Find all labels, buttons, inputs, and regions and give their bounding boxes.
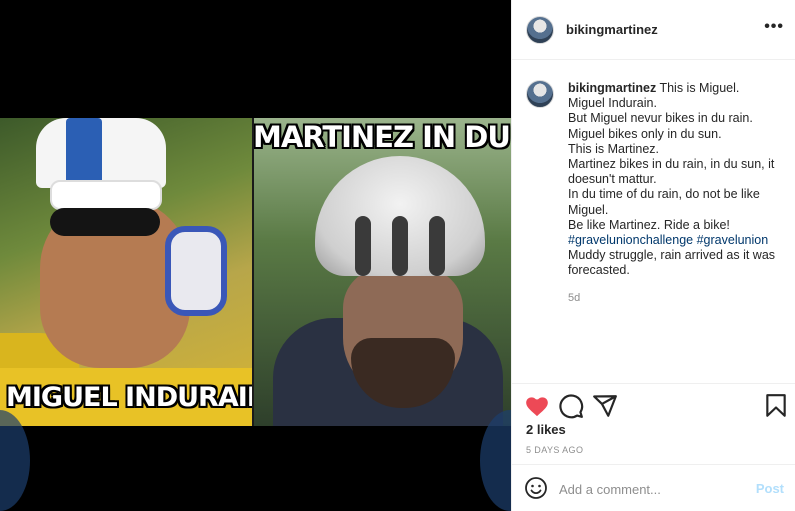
meme-caption-left: MIGUEL INDURAIN [6, 382, 253, 413]
more-options-icon[interactable]: ••• [764, 18, 784, 36]
caption-line: Muddy struggle, rain arrived as it was f… [568, 248, 776, 278]
hashtag-link[interactable]: #gravelunionchallenge [568, 233, 693, 247]
heart-filled-icon[interactable] [524, 393, 550, 419]
post-side-panel: bikingmartinez ••• bikingmartinez This i… [511, 0, 795, 511]
comment-input[interactable] [559, 479, 739, 499]
cap-stripe [66, 118, 102, 188]
glove [165, 226, 227, 316]
photo-martinez: MARTINEZ IN DU RAIN [253, 118, 511, 426]
post-media[interactable]: MIGUEL INDURAIN MARTINEZ IN DU RAIN [0, 0, 511, 511]
caption-line: This is Miguel. [659, 81, 740, 95]
comment-icon[interactable] [558, 393, 584, 419]
caption-line: In du time of du rain, do not be like Mi… [568, 187, 760, 217]
helmet-vent [355, 216, 371, 276]
share-icon[interactable] [592, 393, 618, 419]
image-divider [252, 118, 254, 426]
post-comment-button[interactable]: Post [756, 481, 784, 496]
caption-line: Be like Martinez. Ride a bike! [568, 217, 730, 232]
emoji-icon[interactable] [524, 476, 548, 500]
caption-line: But Miguel nevur bikes in du rain. [568, 111, 753, 126]
helmet-vent [429, 216, 445, 276]
hashtag-link[interactable]: #gravelunion [697, 233, 769, 247]
hashtag-line: #gravelunionchallenge #gravelunion [568, 233, 782, 248]
caption-time-ago[interactable]: 5d [568, 292, 580, 304]
post-header: bikingmartinez ••• [512, 0, 795, 60]
comment-bar: Post [512, 464, 795, 511]
helmet-vent [392, 216, 408, 276]
header-username[interactable]: bikingmartinez [566, 22, 658, 37]
caption-line: Miguel Indurain. [568, 96, 657, 111]
sunglasses [50, 208, 160, 236]
bookmark-icon[interactable] [763, 393, 789, 419]
caption-username[interactable]: bikingmartinez [568, 81, 656, 95]
caption-line: Martinez bikes in du rain, in du sun, it… [568, 157, 775, 187]
caption-area: bikingmartinez This is Miguel. Miguel In… [512, 61, 795, 384]
cap-brim [50, 180, 162, 210]
avatar[interactable] [526, 16, 554, 44]
action-bar [512, 385, 795, 425]
caption-line: This is Martinez. [568, 141, 659, 156]
photo-miguel: MIGUEL INDURAIN [0, 118, 253, 426]
meme-caption-right: MARTINEZ IN DU RAIN [253, 120, 511, 154]
likes-count[interactable]: 2 likes [526, 422, 566, 437]
post-caption: bikingmartinez This is Miguel. Miguel In… [568, 81, 782, 279]
post-date: 5 DAYS AGO [526, 445, 584, 455]
helmet [315, 156, 485, 276]
caption-line: Miguel bikes only in du sun. [568, 126, 722, 141]
caption-avatar[interactable] [526, 80, 554, 108]
